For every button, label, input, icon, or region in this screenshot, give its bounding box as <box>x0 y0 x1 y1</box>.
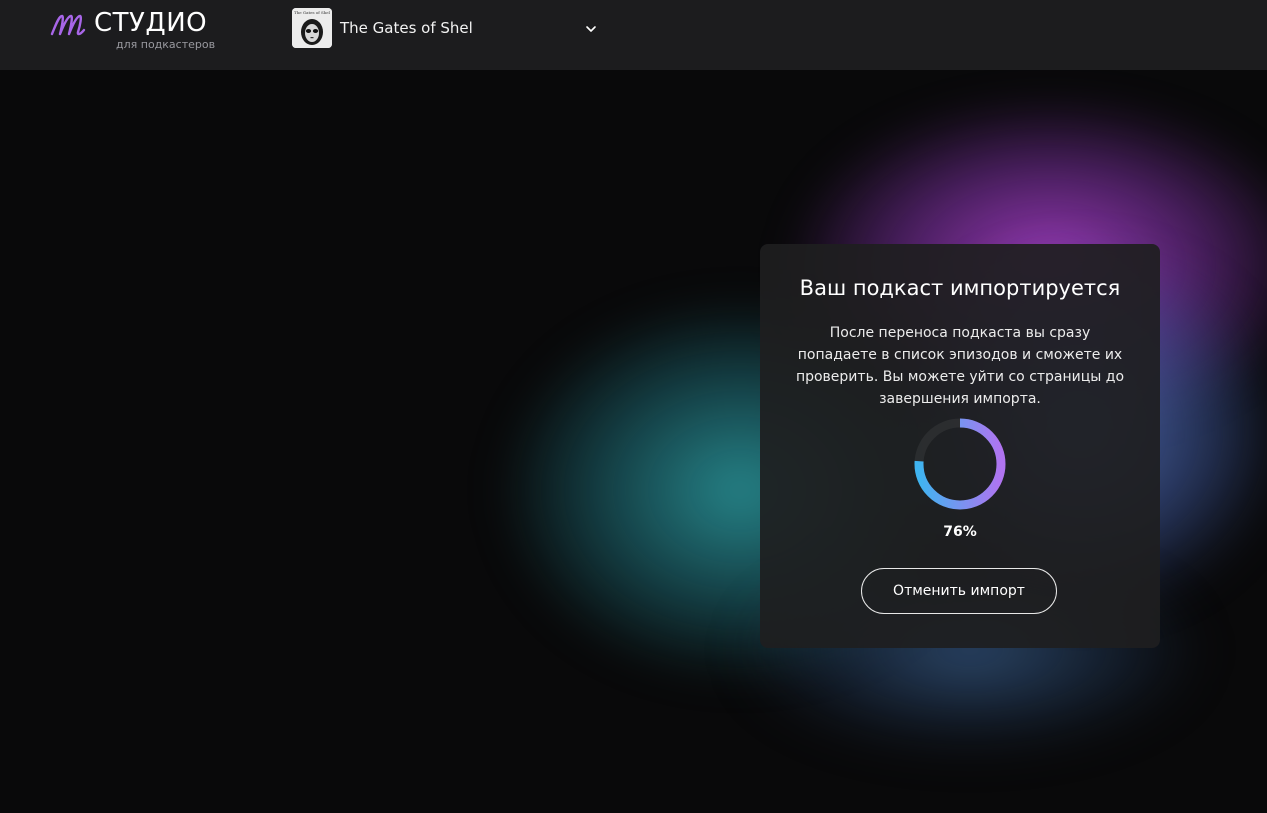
import-progress-card: Ваш подкаст импортируется После переноса… <box>760 244 1160 648</box>
top-header: СТУДИО для подкастеров The Gates of Shel… <box>0 0 1267 70</box>
cancel-import-button[interactable]: Отменить импорт <box>861 568 1057 614</box>
podcast-name: The Gates of Shel <box>340 19 473 37</box>
import-description: После переноса подкаста вы сразу попадае… <box>795 325 1125 407</box>
studio-logo-icon <box>50 14 86 36</box>
progress-ring <box>914 418 1006 510</box>
podcast-switcher[interactable]: The Gates of Shel The Gates of Shel <box>292 8 604 48</box>
podcast-cover: The Gates of Shel <box>292 8 332 48</box>
import-title: Ваш подкаст импортируется <box>799 276 1121 300</box>
chevron-down-icon[interactable] <box>584 22 598 36</box>
studio-logo[interactable]: СТУДИО для подкастеров <box>50 8 225 54</box>
progress-percent: 76% <box>943 524 977 540</box>
podcast-cover-image: The Gates of Shel <box>292 8 332 48</box>
cover-caption: The Gates of Shel <box>294 10 331 15</box>
logo-subtitle: для подкастеров <box>116 38 216 51</box>
logo-title: СТУДИО <box>94 8 208 38</box>
